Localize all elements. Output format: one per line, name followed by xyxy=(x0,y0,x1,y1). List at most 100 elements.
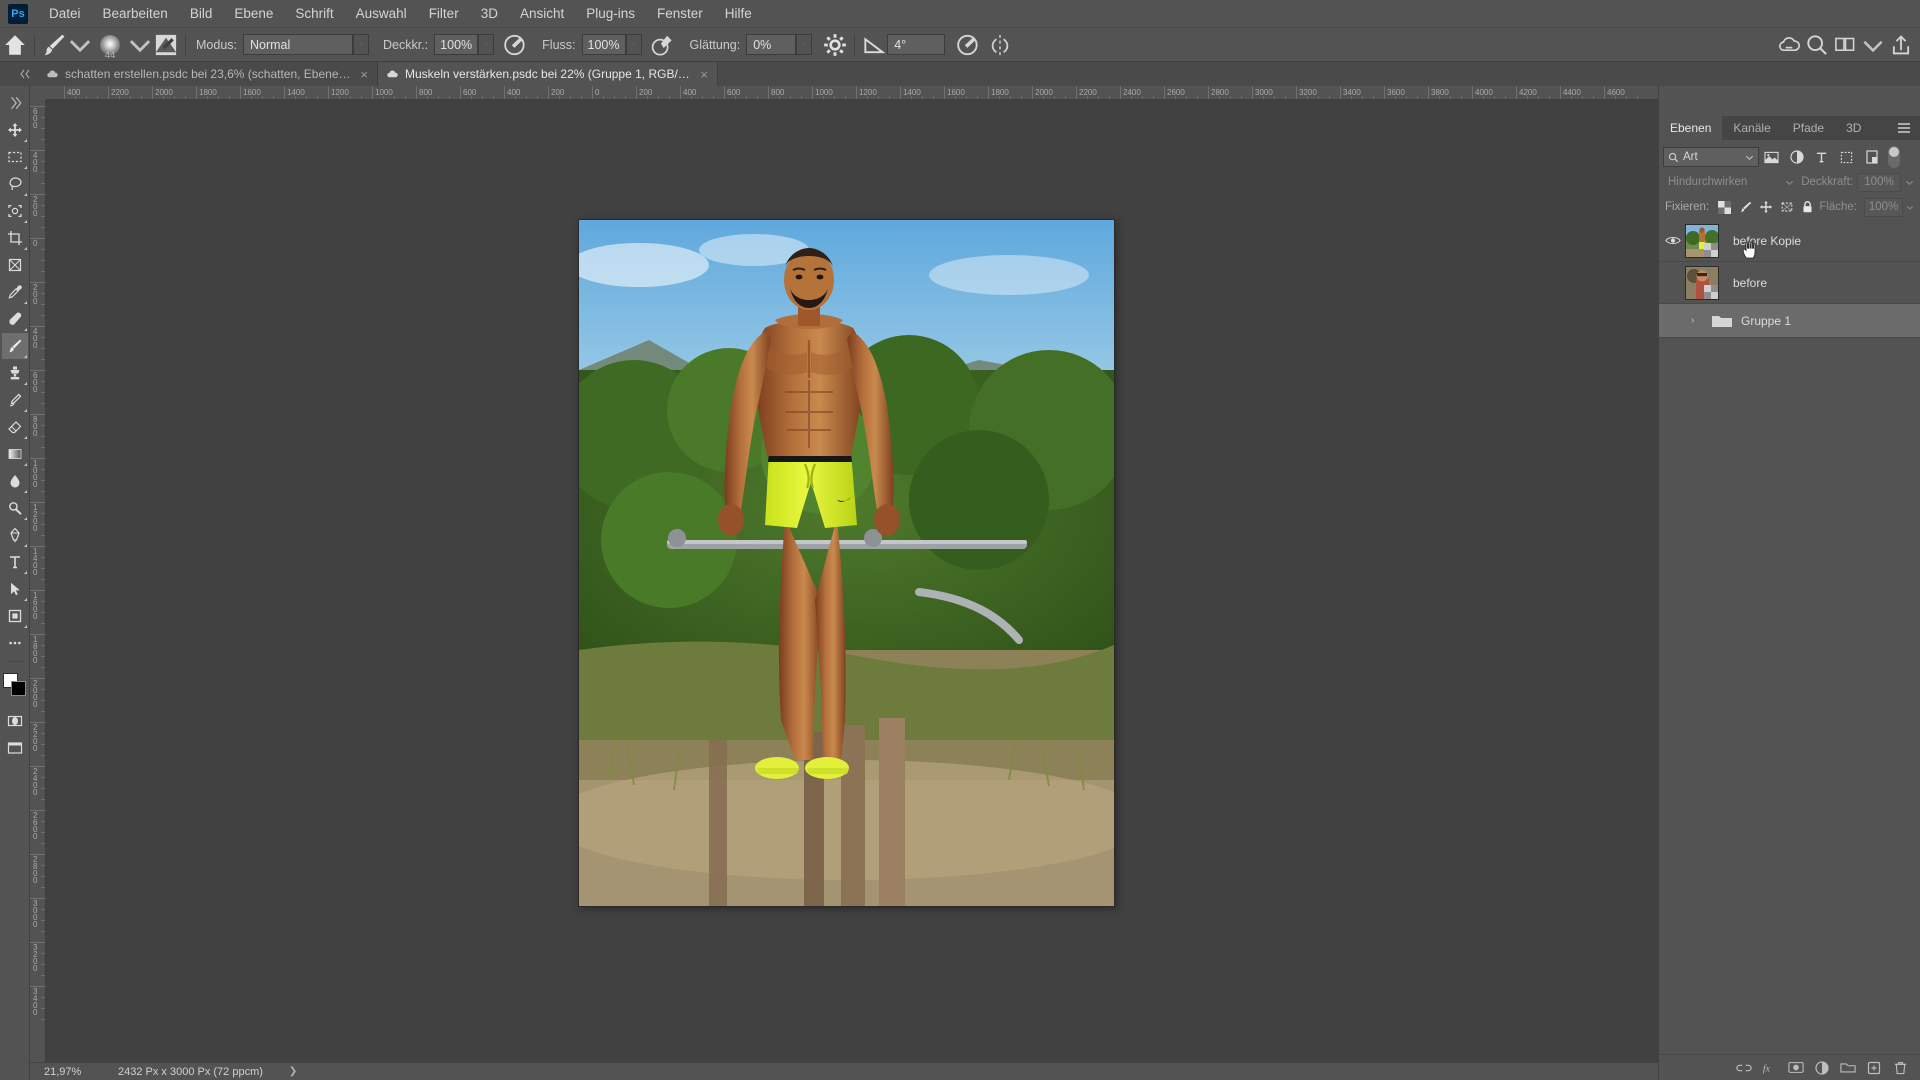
document-tab-schatten-erstellen[interactable]: schatten erstellen.psdc bei 23,6% (schat… xyxy=(38,62,378,86)
eyedropper-tool[interactable] xyxy=(2,279,28,305)
crop-tool[interactable] xyxy=(2,225,28,251)
position-lock-icon[interactable] xyxy=(1757,197,1775,217)
smoothing-dropdown[interactable]: 0% xyxy=(746,34,813,55)
layer-visibility-toggle[interactable] xyxy=(1661,304,1685,338)
menu-item-fenster[interactable]: Fenster xyxy=(646,2,714,25)
quick-mask-icon[interactable] xyxy=(2,708,28,734)
blur-tool[interactable] xyxy=(2,468,28,494)
filter-toggle[interactable] xyxy=(1888,146,1900,168)
arrange-documents-icon[interactable] xyxy=(1832,32,1858,58)
blend-mode-dropdown[interactable]: Normal xyxy=(243,34,369,55)
screen-mode-icon[interactable] xyxy=(2,735,28,761)
airbrush-icon[interactable] xyxy=(650,32,676,58)
menu-item-ansicht[interactable]: Ansicht xyxy=(509,2,575,25)
menu-item-datei[interactable]: Datei xyxy=(38,2,92,25)
gradient-tool[interactable] xyxy=(2,441,28,467)
menu-item-3d[interactable]: 3D xyxy=(470,2,509,25)
cloud-icon[interactable] xyxy=(1776,32,1802,58)
opacity-dropdown[interactable]: 100% xyxy=(434,34,495,55)
path-selection-tool[interactable] xyxy=(2,576,28,602)
layer-mask-thumbnail[interactable] xyxy=(1704,284,1718,299)
transparency-lock-icon[interactable] xyxy=(1716,197,1734,217)
angle-value[interactable]: 4° xyxy=(887,34,946,55)
vertical-ruler[interactable]: 6004002000200400600800100012001400160018… xyxy=(30,100,46,1062)
search-icon[interactable] xyxy=(1804,32,1830,58)
brush-preset-picker[interactable]: 44 xyxy=(93,30,127,61)
tab-kanaele[interactable]: Kanäle xyxy=(1722,116,1782,140)
menu-item-schrift[interactable]: Schrift xyxy=(284,2,344,25)
layer-thumbnail[interactable] xyxy=(1685,223,1719,258)
shape-tool[interactable] xyxy=(2,603,28,629)
layer-row-before-kopie[interactable]: before Kopie xyxy=(1659,220,1920,262)
fill-value[interactable]: 100% xyxy=(1864,197,1904,217)
panel-menu-icon[interactable] xyxy=(1888,116,1920,140)
color-swatches[interactable] xyxy=(2,672,28,698)
brush-chevron-icon[interactable] xyxy=(67,32,93,58)
type-tool[interactable] xyxy=(2,549,28,575)
adjustment-filter-icon[interactable] xyxy=(1784,147,1809,167)
shape-filter-icon[interactable] xyxy=(1834,147,1859,167)
rectangular-marquee-tool[interactable] xyxy=(2,144,28,170)
menu-item-filter[interactable]: Filter xyxy=(418,2,470,25)
layer-mask-thumbnail[interactable] xyxy=(1704,242,1718,257)
layer-thumbnail[interactable] xyxy=(1685,265,1719,300)
close-icon[interactable]: × xyxy=(700,68,708,81)
menu-item-bild[interactable]: Bild xyxy=(179,2,224,25)
brush-icon[interactable] xyxy=(41,32,67,58)
close-icon[interactable]: × xyxy=(360,68,368,81)
artboard-lock-icon[interactable] xyxy=(1778,197,1796,217)
chevron-down-icon[interactable] xyxy=(1905,178,1914,187)
angle-icon[interactable] xyxy=(861,32,887,58)
menu-item-auswahl[interactable]: Auswahl xyxy=(345,2,418,25)
pixel-filter-icon[interactable] xyxy=(1759,147,1784,167)
tab-scroll-icon[interactable] xyxy=(14,62,38,86)
more-tools-icon[interactable] xyxy=(2,630,28,656)
background-color-swatch[interactable] xyxy=(10,681,26,696)
new-group-icon[interactable] xyxy=(1836,1057,1860,1079)
brush-tool[interactable] xyxy=(1,333,28,359)
menu-item-plugins[interactable]: Plug-ins xyxy=(575,2,646,25)
brush-settings-panel-icon[interactable] xyxy=(153,32,179,58)
layer-row-before[interactable]: before xyxy=(1659,262,1920,304)
lasso-tool[interactable] xyxy=(2,171,28,197)
layer-row-gruppe-1[interactable]: › Gruppe 1 xyxy=(1659,304,1920,338)
adjustment-layer-icon[interactable] xyxy=(1810,1057,1834,1079)
layer-style-fx-icon[interactable]: fx xyxy=(1758,1057,1782,1079)
gear-icon[interactable] xyxy=(822,32,848,58)
add-mask-icon[interactable] xyxy=(1784,1057,1808,1079)
layer-blend-mode[interactable]: Hindurchwirken xyxy=(1665,172,1797,192)
tab-pfade[interactable]: Pfade xyxy=(1781,116,1836,140)
chevron-right-icon[interactable]: ❯ xyxy=(289,1066,297,1077)
layer-visibility-toggle[interactable] xyxy=(1661,262,1685,304)
zoom-level[interactable]: 21,97% xyxy=(30,1066,90,1078)
layer-visibility-toggle[interactable] xyxy=(1661,220,1685,262)
pressure-opacity-icon[interactable] xyxy=(502,32,528,58)
document-tab-muskeln-verstaerken[interactable]: Muskeln verstärken.psdc bei 22% (Gruppe … xyxy=(378,62,718,86)
menu-item-ebene[interactable]: Ebene xyxy=(223,2,284,25)
tab-3d[interactable]: 3D xyxy=(1835,116,1873,140)
spot-healing-brush-tool[interactable] xyxy=(2,306,28,332)
brush-preset-chevron-icon[interactable] xyxy=(127,32,153,58)
object-selection-tool[interactable] xyxy=(2,198,28,224)
document-canvas[interactable] xyxy=(46,100,1658,1062)
image-lock-icon[interactable] xyxy=(1737,197,1755,217)
flow-dropdown[interactable]: 100% xyxy=(581,34,642,55)
layer-opacity-value[interactable]: 100% xyxy=(1857,172,1901,192)
clone-stamp-tool[interactable] xyxy=(2,360,28,386)
smart-object-filter-icon[interactable] xyxy=(1859,147,1884,167)
share-icon[interactable] xyxy=(1888,32,1914,58)
frame-tool[interactable] xyxy=(2,252,28,278)
horizontal-ruler[interactable]: 400 2200 2000 1800 1600 1400 1200 1000 800 600 400… xyxy=(46,86,1658,100)
home-icon[interactable] xyxy=(2,32,28,58)
group-disclosure-icon[interactable]: › xyxy=(1691,315,1703,326)
menu-item-hilfe[interactable]: Hilfe xyxy=(714,2,763,25)
all-lock-icon[interactable] xyxy=(1799,197,1817,217)
tool-collapse-icon[interactable] xyxy=(2,90,28,116)
layer-kind-dropdown[interactable]: Art xyxy=(1663,147,1759,167)
chevron-down-icon[interactable] xyxy=(1906,203,1914,212)
move-tool[interactable] xyxy=(2,117,28,143)
link-layers-icon[interactable] xyxy=(1732,1057,1756,1079)
type-filter-icon[interactable] xyxy=(1809,147,1834,167)
pen-tool[interactable] xyxy=(2,522,28,548)
pressure-size-icon[interactable] xyxy=(955,32,981,58)
